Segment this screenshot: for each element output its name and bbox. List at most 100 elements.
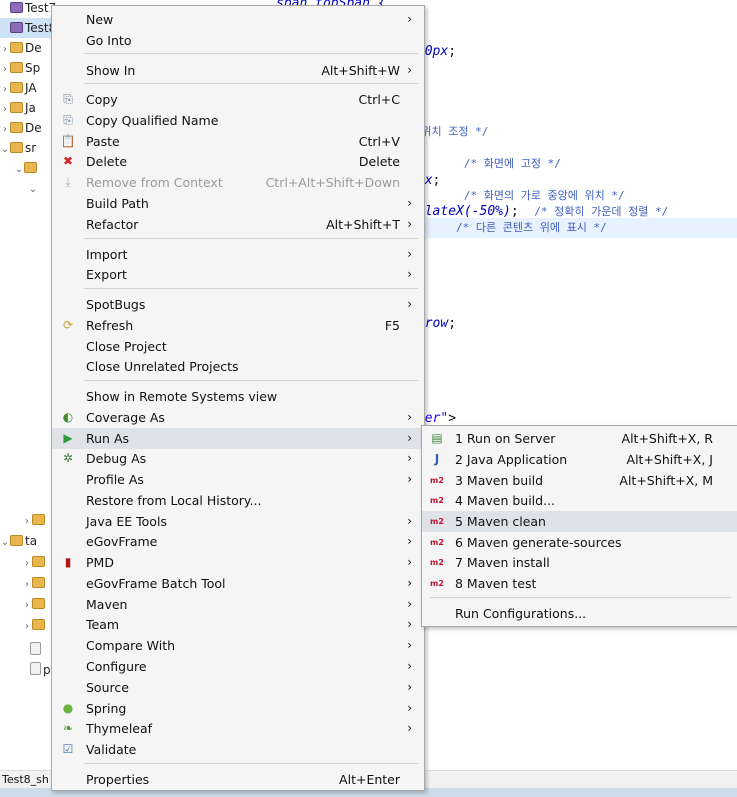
menu-item-remove-from-context[interactable]: ⤓ Remove from Context Ctrl+Alt+Shift+Down: [52, 172, 424, 193]
tree-item[interactable]: › Sp: [0, 58, 40, 78]
expand-arrow-icon[interactable]: ›: [22, 512, 32, 532]
menu-item-label: Restore from Local History...: [86, 493, 262, 508]
menu-item-profile-as[interactable]: Profile As ›: [52, 469, 424, 490]
menu-item-validate[interactable]: ☑ Validate: [52, 739, 424, 760]
menu-item-coverage-as[interactable]: ◐ Coverage As ›: [52, 407, 424, 428]
menu-item-label: Properties: [86, 772, 150, 787]
expand-arrow-icon[interactable]: ›: [22, 575, 32, 595]
expand-arrow-icon[interactable]: ›: [0, 40, 10, 60]
expand-arrow-icon[interactable]: ⌄: [0, 140, 10, 160]
expand-arrow-icon[interactable]: ›: [22, 554, 32, 574]
submenu-item-2-java-application[interactable]: J 2 Java Application Alt+Shift+X, J: [422, 449, 737, 470]
menu-item-label: Validate: [86, 742, 137, 757]
tree-item[interactable]: Test7: [0, 0, 56, 18]
expand-arrow-icon[interactable]: ⌄: [28, 180, 38, 200]
tree-item[interactable]: pc: [0, 660, 57, 680]
menu-item-copy[interactable]: ⎘ Copy Ctrl+C: [52, 89, 424, 110]
menu-item-team[interactable]: Team ›: [52, 614, 424, 635]
menu-item-pmd[interactable]: ▮ PMD ›: [52, 552, 424, 573]
menu-item-new[interactable]: New ›: [52, 9, 424, 30]
tree-item[interactable]: › De: [0, 38, 42, 58]
expand-arrow-icon[interactable]: ›: [0, 100, 10, 120]
expand-arrow-icon[interactable]: ⌄: [14, 160, 24, 180]
menu-item-source[interactable]: Source ›: [52, 677, 424, 698]
menu-item-import[interactable]: Import ›: [52, 244, 424, 265]
menu-item-label: Compare With: [86, 638, 176, 653]
expand-arrow-icon[interactable]: ›: [0, 120, 10, 140]
menu-item-refresh[interactable]: ⟳ Refresh F5: [52, 315, 424, 336]
menu-item-delete[interactable]: ✖ Delete Delete: [52, 151, 424, 172]
menu-item-label: Debug As: [86, 451, 147, 466]
pmd-icon: ▮: [64, 555, 72, 569]
tree-item[interactable]: › Ja: [0, 98, 36, 118]
menu-item-refactor[interactable]: Refactor Alt+Shift+T ›: [52, 214, 424, 235]
menu-separator: [84, 288, 418, 289]
shortcut-label: Alt+Shift+W: [321, 63, 400, 78]
menu-item-configure[interactable]: Configure ›: [52, 656, 424, 677]
submenu-item-7-maven-install[interactable]: m2 7 Maven install: [422, 552, 737, 573]
menu-item-close-project[interactable]: Close Project: [52, 336, 424, 357]
submenu-item-8-maven-test[interactable]: m2 8 Maven test: [422, 573, 737, 594]
submenu-item-3-maven-build[interactable]: m2 3 Maven build Alt+Shift+X, M: [422, 470, 737, 491]
submenu-item-run-configurations[interactable]: Run Configurations...: [422, 603, 737, 624]
folder-icon: [10, 535, 23, 546]
menu-item-spring[interactable]: ● Spring ›: [52, 698, 424, 719]
tree-item[interactable]: ⌄ ta: [0, 531, 37, 551]
menu-item-show-in[interactable]: Show In Alt+Shift+W ›: [52, 60, 424, 81]
tree-item[interactable]: ›: [0, 510, 47, 530]
expand-arrow-icon[interactable]: ›: [0, 60, 10, 80]
tree-item[interactable]: › JA: [0, 78, 37, 98]
folder-icon: [10, 122, 23, 133]
menu-item-paste[interactable]: 📋 Paste Ctrl+V: [52, 131, 424, 152]
chevron-right-icon: ›: [407, 267, 412, 281]
menu-item-show-in-remote-systems-view[interactable]: Show in Remote Systems view: [52, 386, 424, 407]
menu-item-compare-with[interactable]: Compare With ›: [52, 635, 424, 656]
menu-item-thymeleaf[interactable]: ❧ Thymeleaf ›: [52, 718, 424, 739]
expand-arrow-icon[interactable]: ›: [22, 596, 32, 616]
remove-context-icon: ⤓: [65, 175, 71, 189]
context-menu: New › Go Into Show In Alt+Shift+W › ⎘ Copy Ctrl+…: [51, 5, 425, 791]
menu-item-export[interactable]: Export ›: [52, 264, 424, 285]
tree-item[interactable]: ›: [0, 594, 47, 614]
tree-item[interactable]: ⌄ sr: [0, 138, 36, 158]
folder-icon: [10, 82, 23, 93]
expand-arrow-icon[interactable]: ›: [22, 617, 32, 637]
shortcut-label: Alt+Shift+X, M: [619, 473, 713, 488]
run-icon: ▶: [63, 431, 73, 445]
menu-separator: [84, 380, 418, 381]
menu-item-label: Thymeleaf: [86, 721, 153, 736]
tree-item[interactable]: ›: [0, 552, 47, 572]
tree-item[interactable]: ›: [0, 573, 47, 593]
chevron-right-icon: ›: [407, 12, 412, 26]
menu-item-debug-as[interactable]: ✲ Debug As ›: [52, 448, 424, 469]
menu-item-build-path[interactable]: Build Path ›: [52, 193, 424, 214]
menu-item-label: Spring: [86, 701, 127, 716]
submenu-item-4-maven-build[interactable]: m2 4 Maven build...: [422, 490, 737, 511]
expand-arrow-icon[interactable]: ›: [0, 80, 10, 100]
folder-icon: [32, 556, 45, 567]
menu-item-copy-qualified-name[interactable]: ⎘ Copy Qualified Name: [52, 110, 424, 131]
tree-item[interactable]: ›: [0, 615, 47, 635]
menu-item-maven[interactable]: Maven ›: [52, 594, 424, 615]
submenu-item-6-maven-generate-sources[interactable]: m2 6 Maven generate-sources: [422, 532, 737, 553]
tree-item[interactable]: [0, 640, 43, 660]
expand-arrow-icon[interactable]: ⌄: [0, 533, 10, 553]
menu-item-egovframe-batch-tool[interactable]: eGovFrame Batch Tool ›: [52, 573, 424, 594]
submenu-item-1-run-on-server[interactable]: ▤ 1 Run on Server Alt+Shift+X, R: [422, 428, 737, 449]
menu-item-close-unrelated-projects[interactable]: Close Unrelated Projects: [52, 356, 424, 377]
menu-item-egovframe[interactable]: eGovFrame ›: [52, 531, 424, 552]
submenu-item-5-maven-clean[interactable]: m2 5 Maven clean: [422, 511, 737, 532]
shortcut-label: Ctrl+Alt+Shift+Down: [265, 175, 400, 190]
spring-icon: ●: [62, 701, 74, 715]
menu-item-run-as[interactable]: ▶ Run As ›: [52, 428, 424, 449]
menu-item-properties[interactable]: Properties Alt+Enter: [52, 769, 424, 790]
menu-item-spotbugs[interactable]: SpotBugs ›: [52, 294, 424, 315]
menu-item-go-into[interactable]: Go Into: [52, 30, 424, 51]
tree-item[interactable]: › De: [0, 118, 42, 138]
tree-item[interactable]: ⌄: [0, 158, 39, 178]
tree-item[interactable]: Test8: [0, 18, 56, 38]
menu-item-restore-from-local-history[interactable]: Restore from Local History...: [52, 490, 424, 511]
menu-item-java-ee-tools[interactable]: Java EE Tools ›: [52, 511, 424, 532]
tree-item[interactable]: ⌄: [0, 178, 38, 198]
folder-icon: [10, 62, 23, 73]
